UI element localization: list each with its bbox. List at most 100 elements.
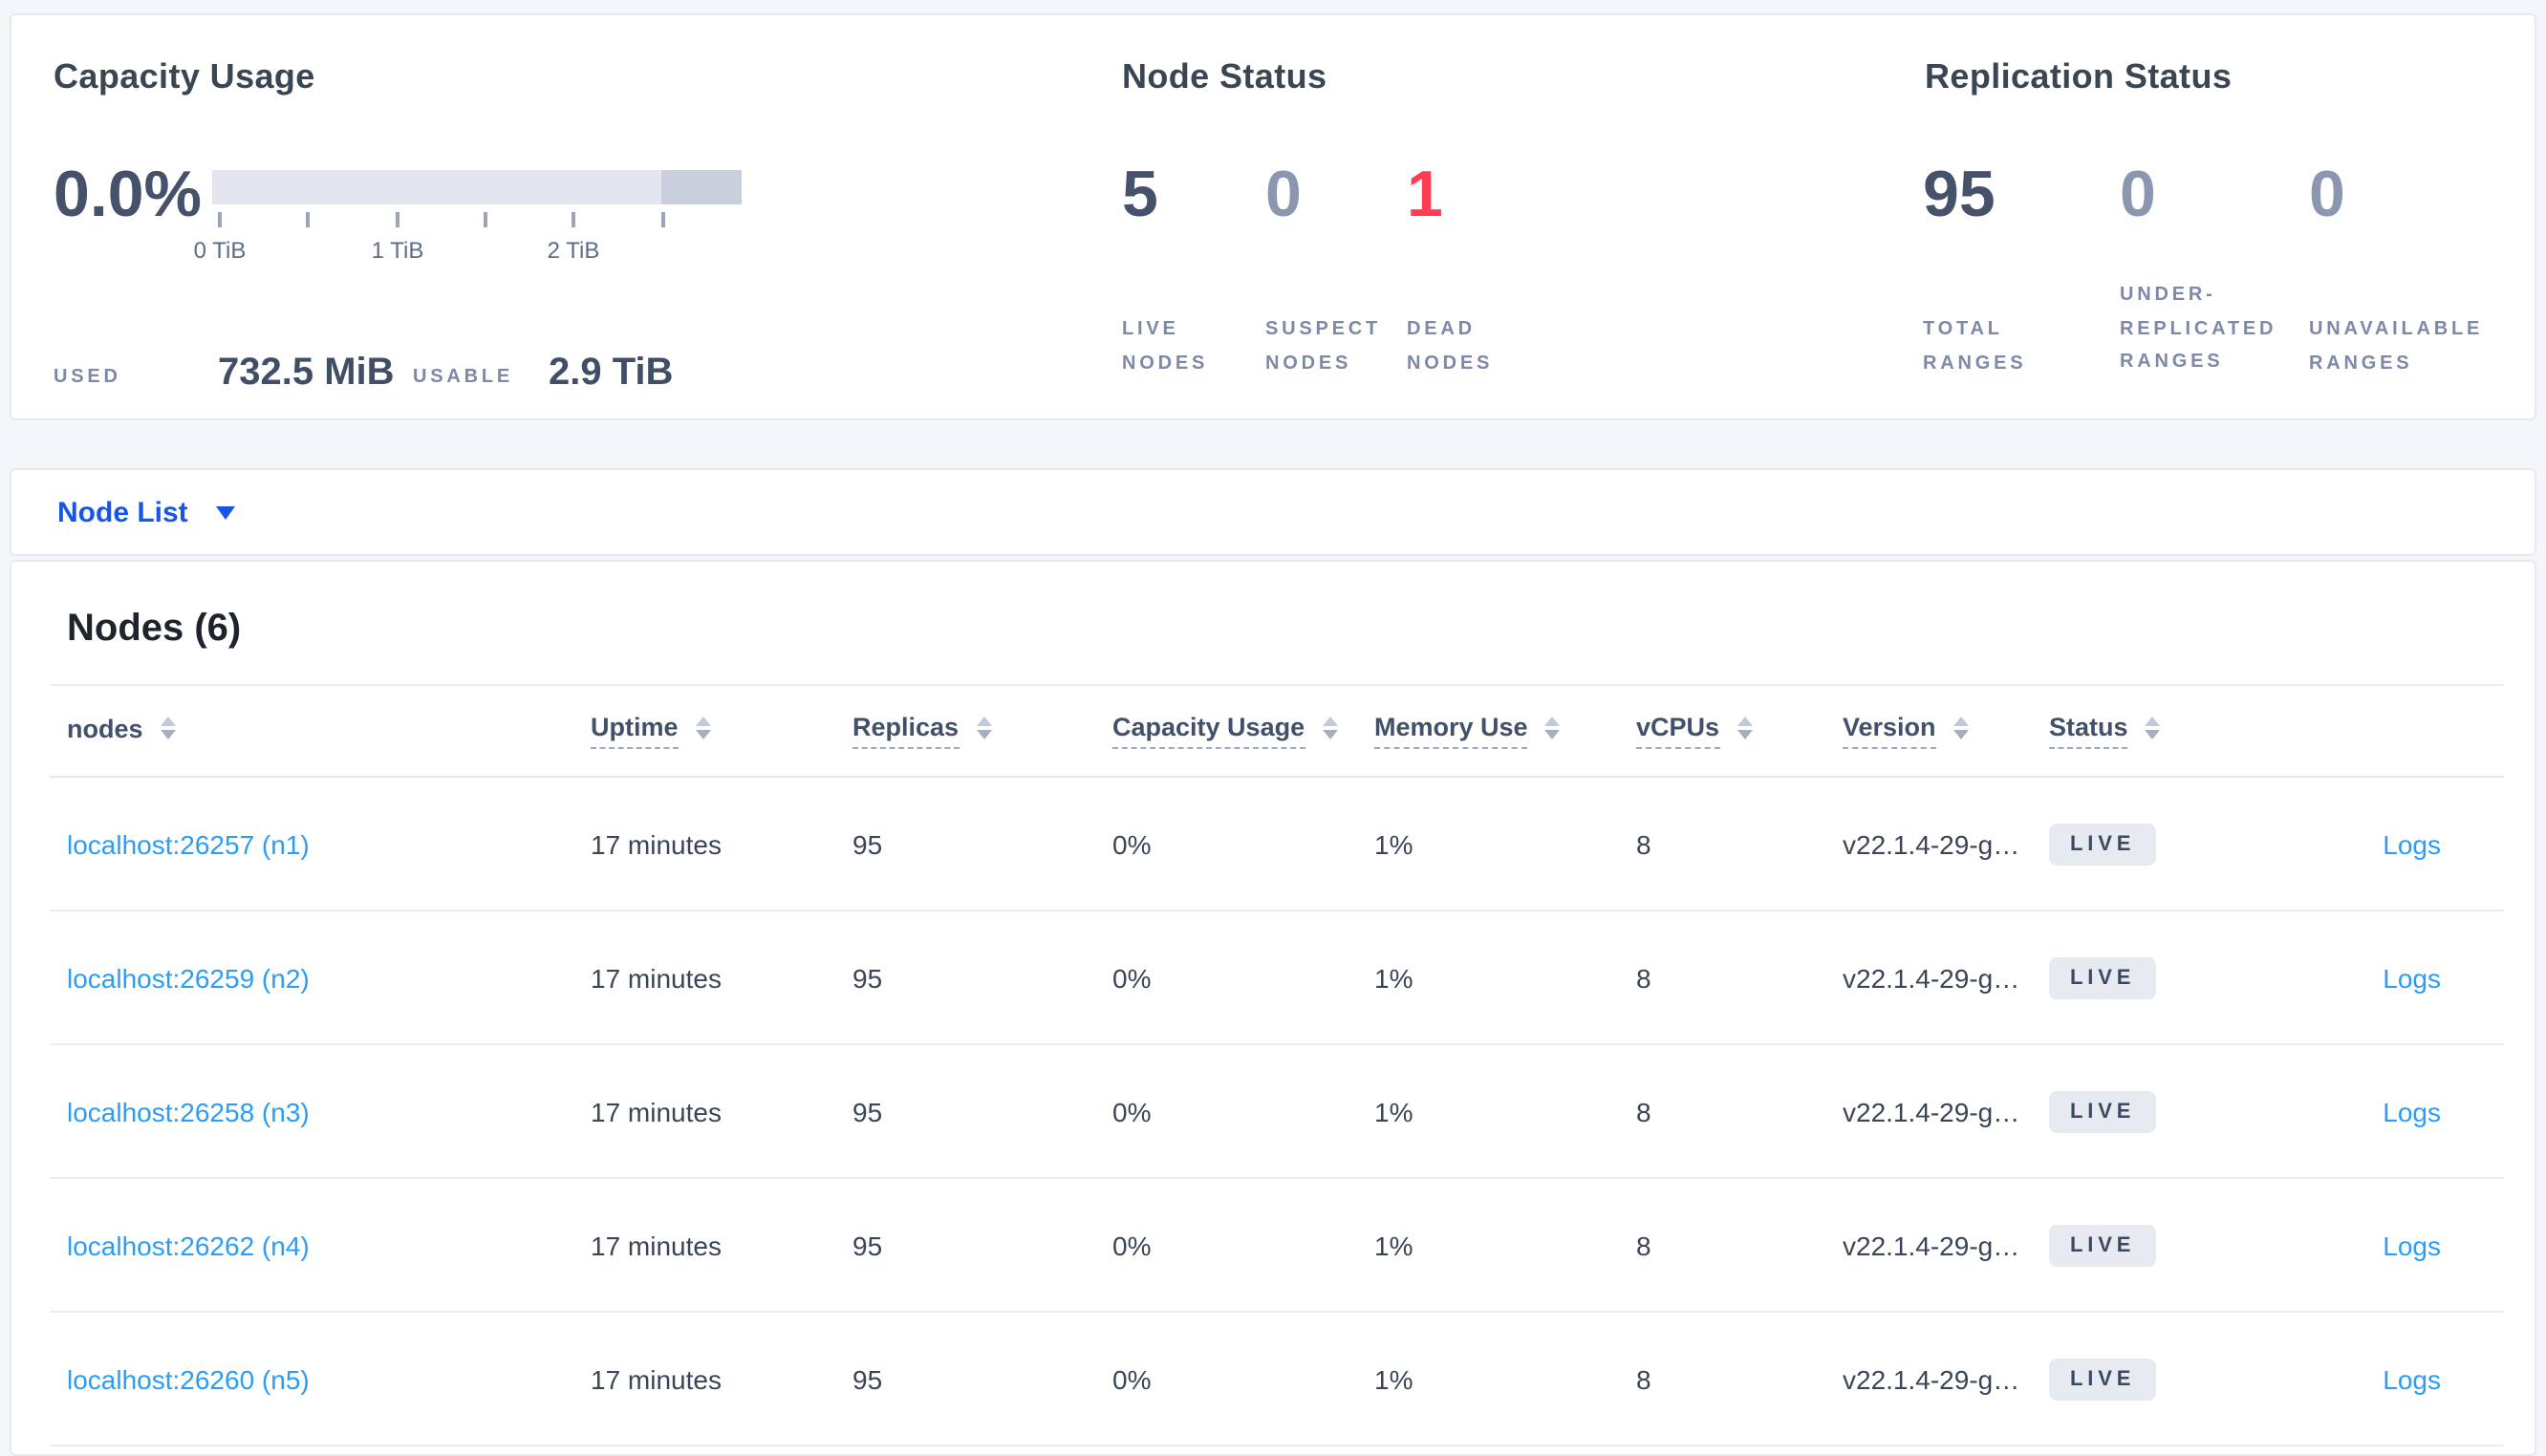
vcpus-cell: 8 bbox=[1636, 1230, 1651, 1260]
sort-arrows-icon bbox=[1953, 717, 1969, 739]
sort-arrows-icon bbox=[2145, 717, 2161, 739]
version-cell: v22.1.4-29-g… bbox=[1843, 1363, 2020, 1394]
node-link[interactable]: localhost:26262 (n4) bbox=[67, 1230, 310, 1260]
status-badge: LIVE bbox=[2049, 1090, 2157, 1132]
status-badge: LIVE bbox=[2049, 823, 2157, 865]
used-value: 732.5 MiB bbox=[218, 352, 395, 394]
status-badge: LIVE bbox=[2049, 1358, 2157, 1400]
total-ranges-count: 95 bbox=[1923, 159, 1996, 231]
node-status-title: Node Status bbox=[1122, 57, 1327, 96]
nodes-table-card: Nodes (6) nodes Uptime Replicas Capacity… bbox=[10, 560, 2536, 1456]
total-ranges-label: TOTAL RANGES bbox=[1923, 319, 2027, 374]
table-row: localhost:26258 (n3) 17 minutes 95 0% 1%… bbox=[50, 1045, 2504, 1179]
gauge-tick bbox=[396, 212, 399, 227]
column-header-uptime[interactable]: Uptime bbox=[591, 713, 852, 749]
column-header-capacity-usage[interactable]: Capacity Usage bbox=[1112, 713, 1374, 749]
uptime-cell: 17 minutes bbox=[591, 1363, 722, 1394]
sort-arrows-icon bbox=[1544, 717, 1561, 739]
sort-arrows-icon bbox=[695, 717, 711, 739]
node-list-dropdown-label: Node List bbox=[57, 496, 188, 528]
capacity-gauge-extra-segment bbox=[661, 170, 742, 204]
unavailable-ranges-count: 0 bbox=[2309, 159, 2345, 231]
gauge-tick-label: 2 TiB bbox=[547, 237, 600, 264]
sort-arrows-icon bbox=[1322, 717, 1338, 739]
vcpus-cell: 8 bbox=[1636, 1363, 1651, 1394]
capacity-cell: 0% bbox=[1112, 1096, 1152, 1126]
gauge-tick bbox=[218, 212, 222, 227]
gauge-tick bbox=[306, 212, 310, 227]
gauge-tick bbox=[572, 212, 575, 227]
sort-arrows-icon bbox=[1737, 717, 1753, 739]
dead-nodes-label: DEAD NODES bbox=[1407, 319, 1494, 374]
version-cell: v22.1.4-29-g… bbox=[1843, 1230, 2020, 1260]
under-replicated-ranges-count: 0 bbox=[2120, 159, 2156, 231]
vcpus-cell: 8 bbox=[1636, 962, 1651, 993]
memory-cell: 1% bbox=[1374, 828, 1413, 859]
memory-cell: 1% bbox=[1374, 962, 1413, 993]
capacity-cell: 0% bbox=[1112, 962, 1152, 993]
vcpus-cell: 8 bbox=[1636, 1096, 1651, 1126]
version-cell: v22.1.4-29-g… bbox=[1843, 828, 2020, 859]
table-header-row: nodes Uptime Replicas Capacity Usage Mem… bbox=[50, 686, 2504, 778]
replication-status-title: Replication Status bbox=[1925, 57, 2233, 96]
gauge-tick bbox=[661, 212, 665, 227]
replicas-cell: 95 bbox=[852, 1096, 883, 1126]
usable-label: USABLE bbox=[413, 367, 514, 388]
vcpus-cell: 8 bbox=[1636, 828, 1651, 859]
under-replicated-ranges-label: UNDER- REPLICATED RANGES bbox=[2120, 285, 2277, 373]
memory-cell: 1% bbox=[1374, 1096, 1413, 1126]
replicas-cell: 95 bbox=[852, 1363, 883, 1394]
capacity-cell: 0% bbox=[1112, 1363, 1152, 1394]
column-header-memory-use[interactable]: Memory Use bbox=[1374, 713, 1636, 749]
replicas-cell: 95 bbox=[852, 1230, 883, 1260]
gauge-tick bbox=[484, 212, 487, 227]
suspect-nodes-count: 0 bbox=[1265, 159, 1302, 231]
used-label: USED bbox=[54, 367, 121, 388]
suspect-nodes-label: SUSPECT NODES bbox=[1265, 319, 1382, 374]
dead-nodes-count: 1 bbox=[1407, 159, 1443, 231]
view-selector-bar: Node List bbox=[10, 468, 2536, 556]
gauge-tick-label: 1 TiB bbox=[371, 237, 424, 264]
nodes-table: nodes Uptime Replicas Capacity Usage Mem… bbox=[50, 684, 2504, 1446]
capacity-usage-title: Capacity Usage bbox=[54, 57, 315, 96]
column-header-replicas[interactable]: Replicas bbox=[852, 713, 1112, 749]
chevron-down-icon bbox=[216, 505, 236, 519]
node-link[interactable]: localhost:26259 (n2) bbox=[67, 962, 310, 993]
logs-link[interactable]: Logs bbox=[2383, 1096, 2441, 1126]
replicas-cell: 95 bbox=[852, 828, 883, 859]
logs-link[interactable]: Logs bbox=[2383, 1363, 2441, 1394]
node-link[interactable]: localhost:26260 (n5) bbox=[67, 1363, 310, 1394]
uptime-cell: 17 minutes bbox=[591, 828, 722, 859]
status-badge: LIVE bbox=[2049, 956, 2157, 998]
unavailable-ranges-label: UNAVAILABLE RANGES bbox=[2309, 319, 2484, 374]
column-header-version[interactable]: Version bbox=[1843, 713, 2049, 749]
table-row: localhost:26262 (n4) 17 minutes 95 0% 1%… bbox=[50, 1179, 2504, 1313]
column-header-status[interactable]: Status bbox=[2049, 713, 2259, 749]
table-row: localhost:26259 (n2) 17 minutes 95 0% 1%… bbox=[50, 911, 2504, 1045]
logs-link[interactable]: Logs bbox=[2383, 962, 2441, 993]
logs-link[interactable]: Logs bbox=[2383, 828, 2441, 859]
usable-value: 2.9 TiB bbox=[549, 352, 674, 394]
uptime-cell: 17 minutes bbox=[591, 1096, 722, 1126]
table-row: localhost:26257 (n1) 17 minutes 95 0% 1%… bbox=[50, 778, 2504, 911]
node-link[interactable]: localhost:26258 (n3) bbox=[67, 1096, 310, 1126]
logs-link[interactable]: Logs bbox=[2383, 1230, 2441, 1260]
live-nodes-label: LIVE NODES bbox=[1122, 319, 1209, 374]
live-nodes-count: 5 bbox=[1122, 159, 1158, 231]
uptime-cell: 17 minutes bbox=[591, 962, 722, 993]
sort-arrows-icon bbox=[160, 717, 176, 739]
capacity-gauge-bar bbox=[212, 170, 742, 204]
version-cell: v22.1.4-29-g… bbox=[1843, 1096, 2020, 1126]
capacity-cell: 0% bbox=[1112, 1230, 1152, 1260]
capacity-cell: 0% bbox=[1112, 828, 1152, 859]
gauge-tick-label: 0 TiB bbox=[193, 237, 247, 264]
table-row: localhost:26260 (n5) 17 minutes 95 0% 1%… bbox=[50, 1313, 2504, 1446]
node-link[interactable]: localhost:26257 (n1) bbox=[67, 828, 310, 859]
nodes-section-heading: Nodes (6) bbox=[67, 608, 242, 650]
column-header-nodes[interactable]: nodes bbox=[67, 714, 591, 748]
uptime-cell: 17 minutes bbox=[591, 1230, 722, 1260]
column-header-vcpus[interactable]: vCPUs bbox=[1636, 713, 1843, 749]
node-list-dropdown[interactable]: Node List bbox=[11, 470, 2535, 554]
memory-cell: 1% bbox=[1374, 1363, 1413, 1394]
cluster-overview-page: Capacity Usage 0.0% 0 TiB 1 TiB 2 TiB US… bbox=[0, 0, 2546, 1456]
